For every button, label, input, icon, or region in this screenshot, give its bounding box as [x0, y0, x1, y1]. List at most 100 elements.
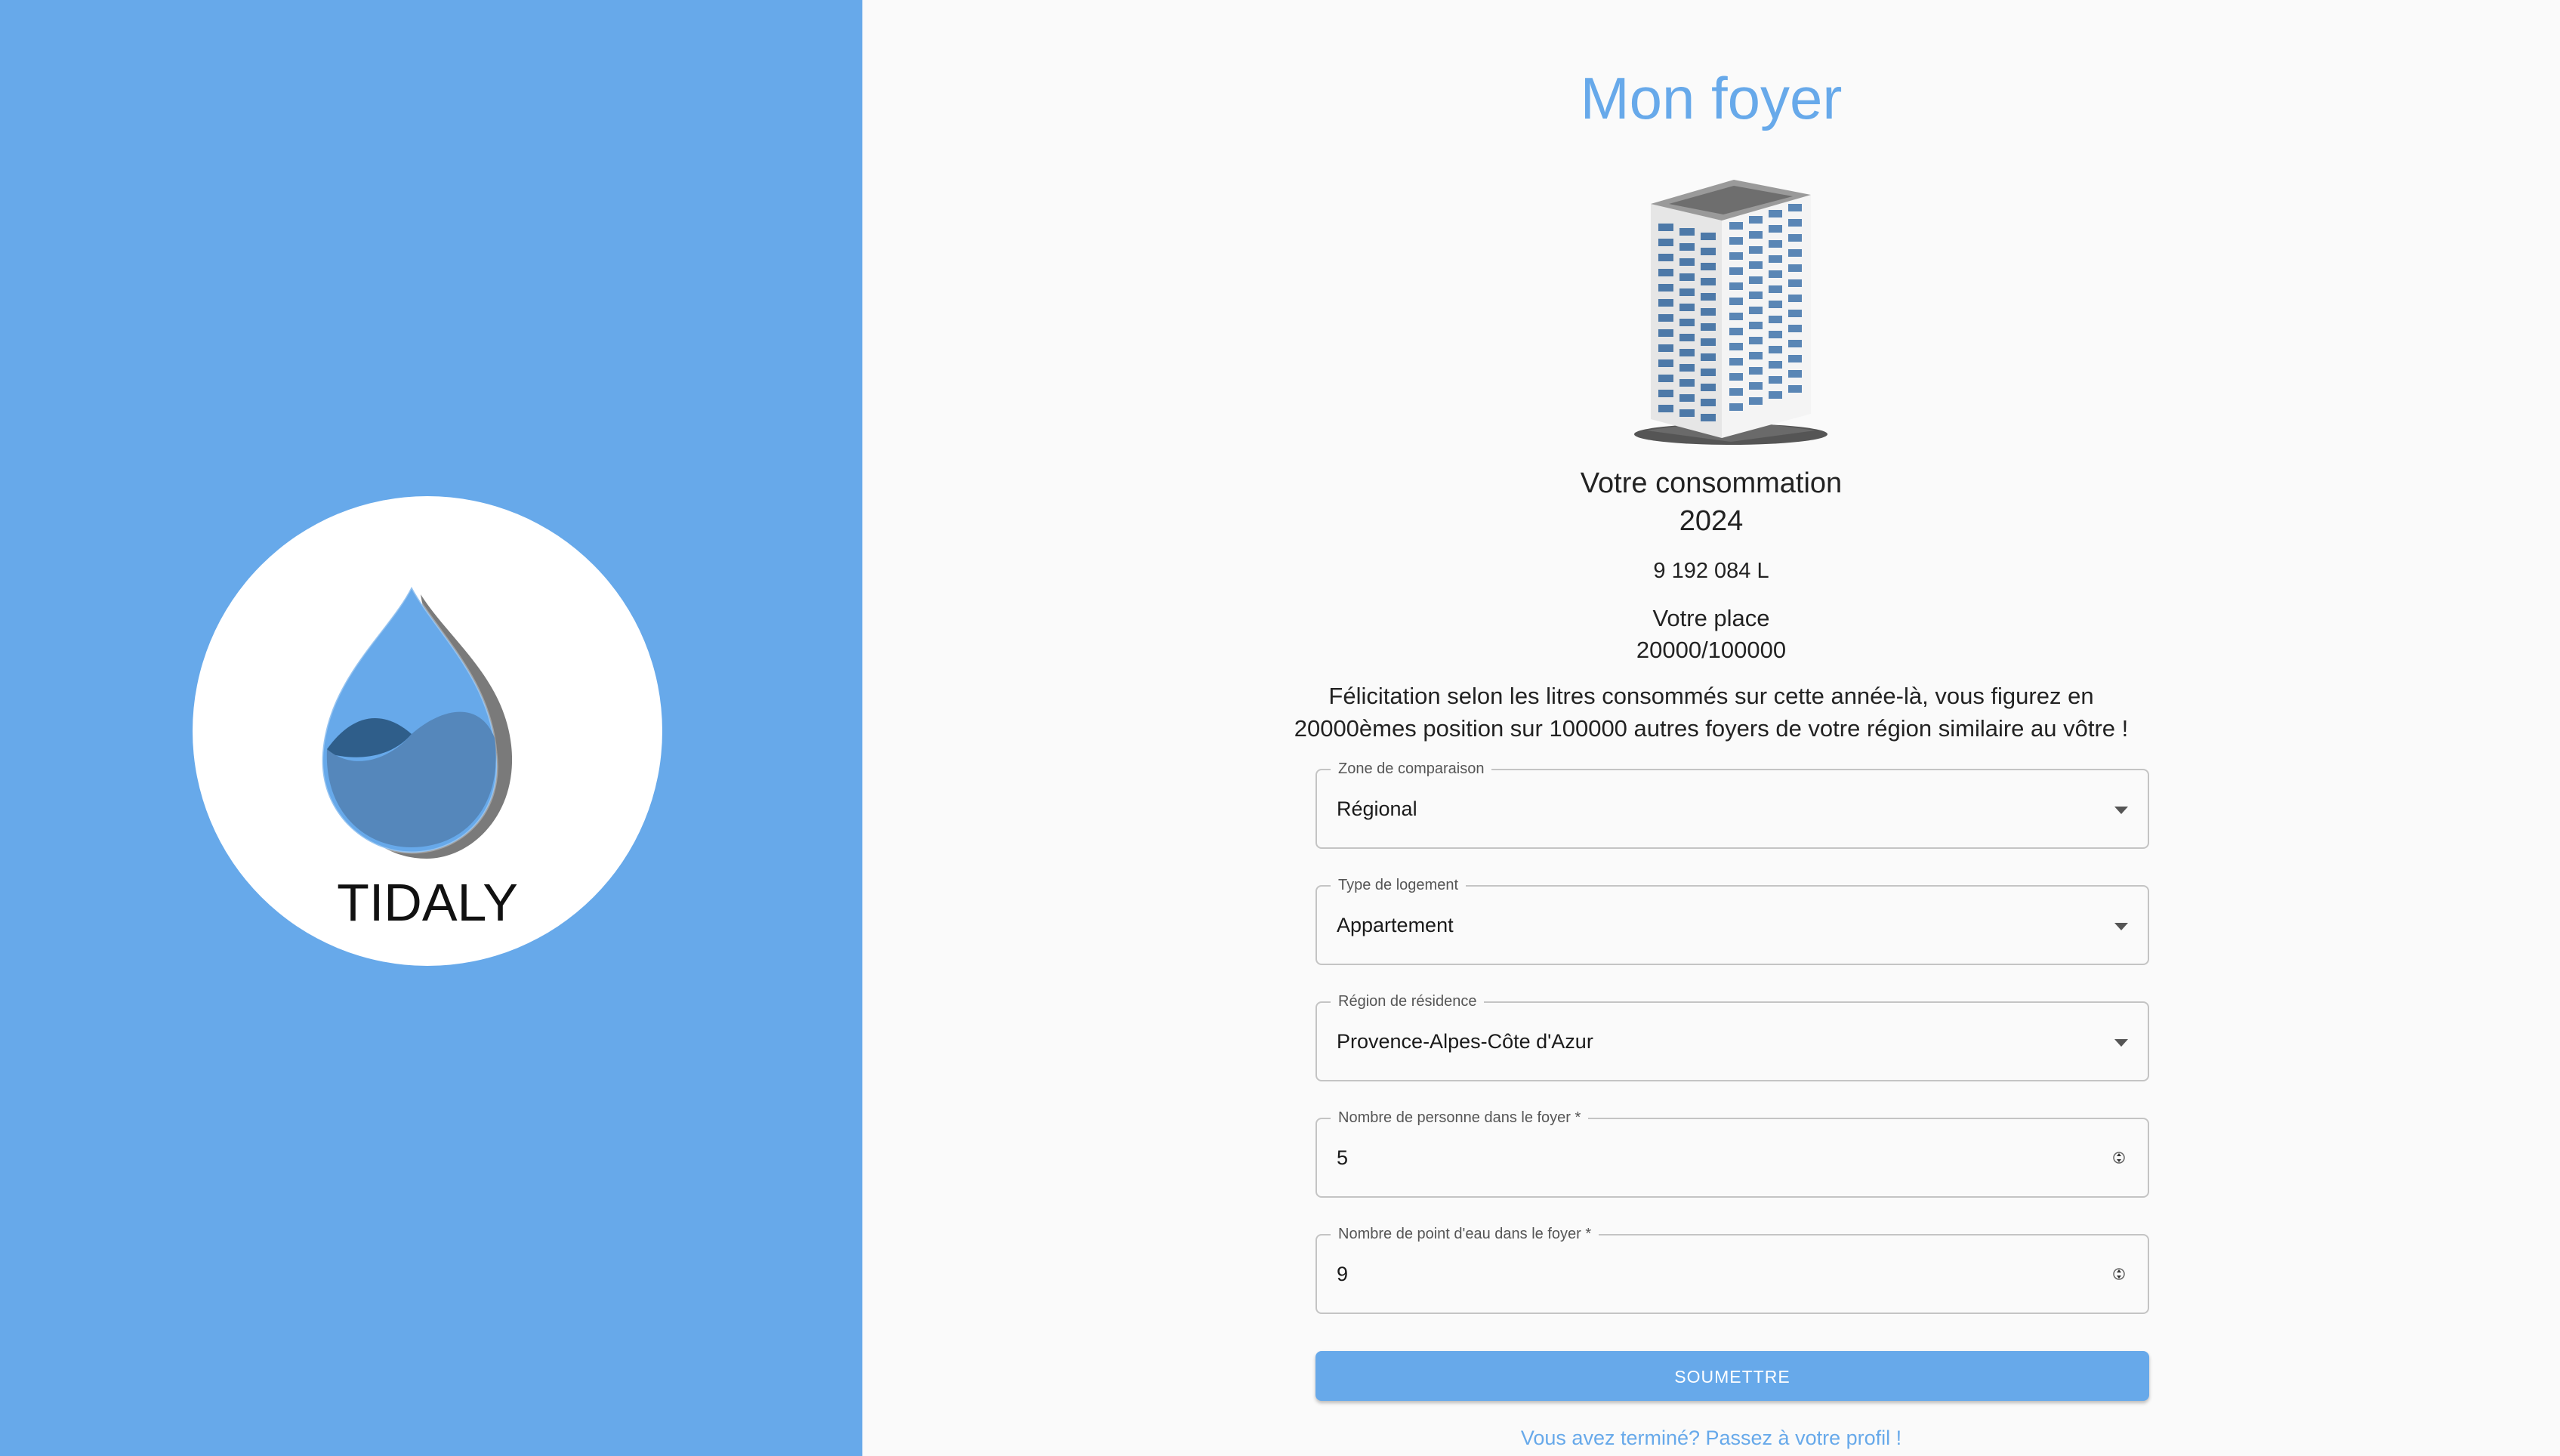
region-value: Provence-Alpes-Côte d'Azur: [1337, 1030, 1593, 1053]
dropdown-arrow-icon[interactable]: [2114, 923, 2128, 930]
household-size-input[interactable]: Nombre de personne dans le foyer * 5: [1315, 1109, 2149, 1198]
building-window: [1701, 384, 1716, 391]
building-window: [1729, 282, 1743, 290]
comparison-zone-value: Régional: [1337, 797, 1417, 820]
building-window: [1729, 222, 1743, 230]
housing-type-label: Type de logement: [1331, 876, 1466, 894]
building-window: [1679, 409, 1695, 417]
building-window: [1729, 298, 1743, 305]
building-window: [1729, 358, 1743, 366]
building-window: [1701, 233, 1716, 240]
household-size-value[interactable]: 5: [1337, 1144, 1348, 1171]
building-window: [1788, 264, 1802, 272]
building-window: [1679, 349, 1695, 356]
building-window: [1701, 293, 1716, 301]
congratulation-message: Félicitation selon les litres consommés …: [862, 680, 2560, 745]
page-title: Mon foyer: [1580, 65, 1843, 131]
building-window: [1769, 331, 1782, 338]
building-window: [1729, 267, 1743, 275]
building-window: [1701, 323, 1716, 331]
dropdown-arrow-icon[interactable]: [2114, 807, 2128, 814]
building-window: [1658, 329, 1673, 337]
brand-name: TIDALY: [337, 873, 518, 932]
building-window: [1788, 295, 1802, 302]
water-drop-logo-icon: [321, 587, 513, 859]
building-window: [1769, 316, 1782, 323]
building-window: [1749, 216, 1763, 224]
building-window: [1729, 252, 1743, 260]
building-window: [1769, 346, 1782, 353]
number-stepper-icon[interactable]: [2113, 1263, 2125, 1285]
building-window: [1658, 299, 1673, 307]
building-window: [1769, 285, 1782, 293]
household-size-label: Nombre de personne dans le foyer *: [1331, 1109, 1589, 1127]
building-window: [1701, 369, 1716, 376]
building-window: [1679, 228, 1695, 236]
building-window: [1729, 388, 1743, 396]
building-window: [1701, 399, 1716, 406]
housing-type-select[interactable]: Type de logement Appartement: [1315, 876, 2149, 965]
building-window: [1729, 313, 1743, 320]
building-window: [1749, 367, 1763, 375]
building-window: [1679, 364, 1695, 372]
water-points-input[interactable]: Nombre de point d'eau dans le foyer * 9: [1315, 1225, 2149, 1314]
building-window: [1788, 279, 1802, 287]
building-window: [1701, 308, 1716, 316]
building-window: [1769, 255, 1782, 263]
building-window: [1701, 353, 1716, 361]
go-to-profile-link[interactable]: Vous avez terminé? Passez à votre profil…: [862, 1424, 2560, 1451]
water-points-value[interactable]: 9: [1337, 1260, 1348, 1288]
building-window: [1788, 219, 1802, 227]
building-window: [1701, 278, 1716, 285]
comparison-zone-select[interactable]: Zone de comparaison Régional: [1315, 760, 2149, 849]
building-window: [1769, 361, 1782, 369]
building-window: [1749, 397, 1763, 405]
building-window: [1679, 379, 1695, 387]
consumption-year: 2024: [1679, 505, 1744, 537]
congratulation-line-1: Félicitation selon les litres consommés …: [1328, 683, 2094, 709]
building-window: [1788, 234, 1802, 242]
building-window: [1658, 344, 1673, 352]
building-window: [1658, 254, 1673, 261]
logo-badge: TIDALY: [193, 496, 662, 966]
building-window: [1749, 307, 1763, 314]
building-window: [1788, 204, 1802, 211]
apartment-building-icon: [1634, 180, 1827, 445]
building-window: [1769, 391, 1782, 399]
building-window: [1679, 258, 1695, 266]
building-window: [1749, 352, 1763, 359]
building-window: [1769, 240, 1782, 248]
building-window: [1679, 273, 1695, 281]
building-window: [1658, 390, 1673, 397]
building-window: [1658, 224, 1673, 231]
submit-button[interactable]: SOUMETTRE: [1315, 1351, 2149, 1401]
consumption-title: Votre consommation: [1580, 467, 1843, 499]
building-window: [1679, 243, 1695, 251]
comparison-zone-label: Zone de comparaison: [1331, 760, 1492, 778]
main-panel: Mon foyer Votre consommation 2024 9 192 …: [862, 0, 2560, 1456]
building-window: [1788, 355, 1802, 362]
building-window: [1679, 319, 1695, 326]
building-window: [1788, 340, 1802, 347]
building-window: [1658, 375, 1673, 382]
building-window: [1788, 385, 1802, 393]
building-window: [1788, 310, 1802, 317]
building-window: [1729, 403, 1743, 411]
building-window: [1729, 373, 1743, 381]
dropdown-arrow-icon[interactable]: [2114, 1039, 2128, 1047]
building-window: [1729, 237, 1743, 245]
region-select[interactable]: Région de résidence Provence-Alpes-Côte …: [1315, 992, 2149, 1081]
region-label: Région de résidence: [1331, 992, 1485, 1010]
building-window: [1769, 225, 1782, 233]
building-window: [1658, 239, 1673, 246]
building-window: [1679, 304, 1695, 311]
number-stepper-icon[interactable]: [2113, 1146, 2125, 1169]
building-window: [1749, 246, 1763, 254]
building-window: [1701, 338, 1716, 346]
building-window: [1658, 269, 1673, 276]
building-window: [1749, 231, 1763, 239]
rank-label: Votre place: [1652, 605, 1770, 631]
building-window: [1729, 328, 1743, 335]
brand-sidebar: TIDALY: [0, 0, 862, 1456]
building-window: [1749, 292, 1763, 299]
